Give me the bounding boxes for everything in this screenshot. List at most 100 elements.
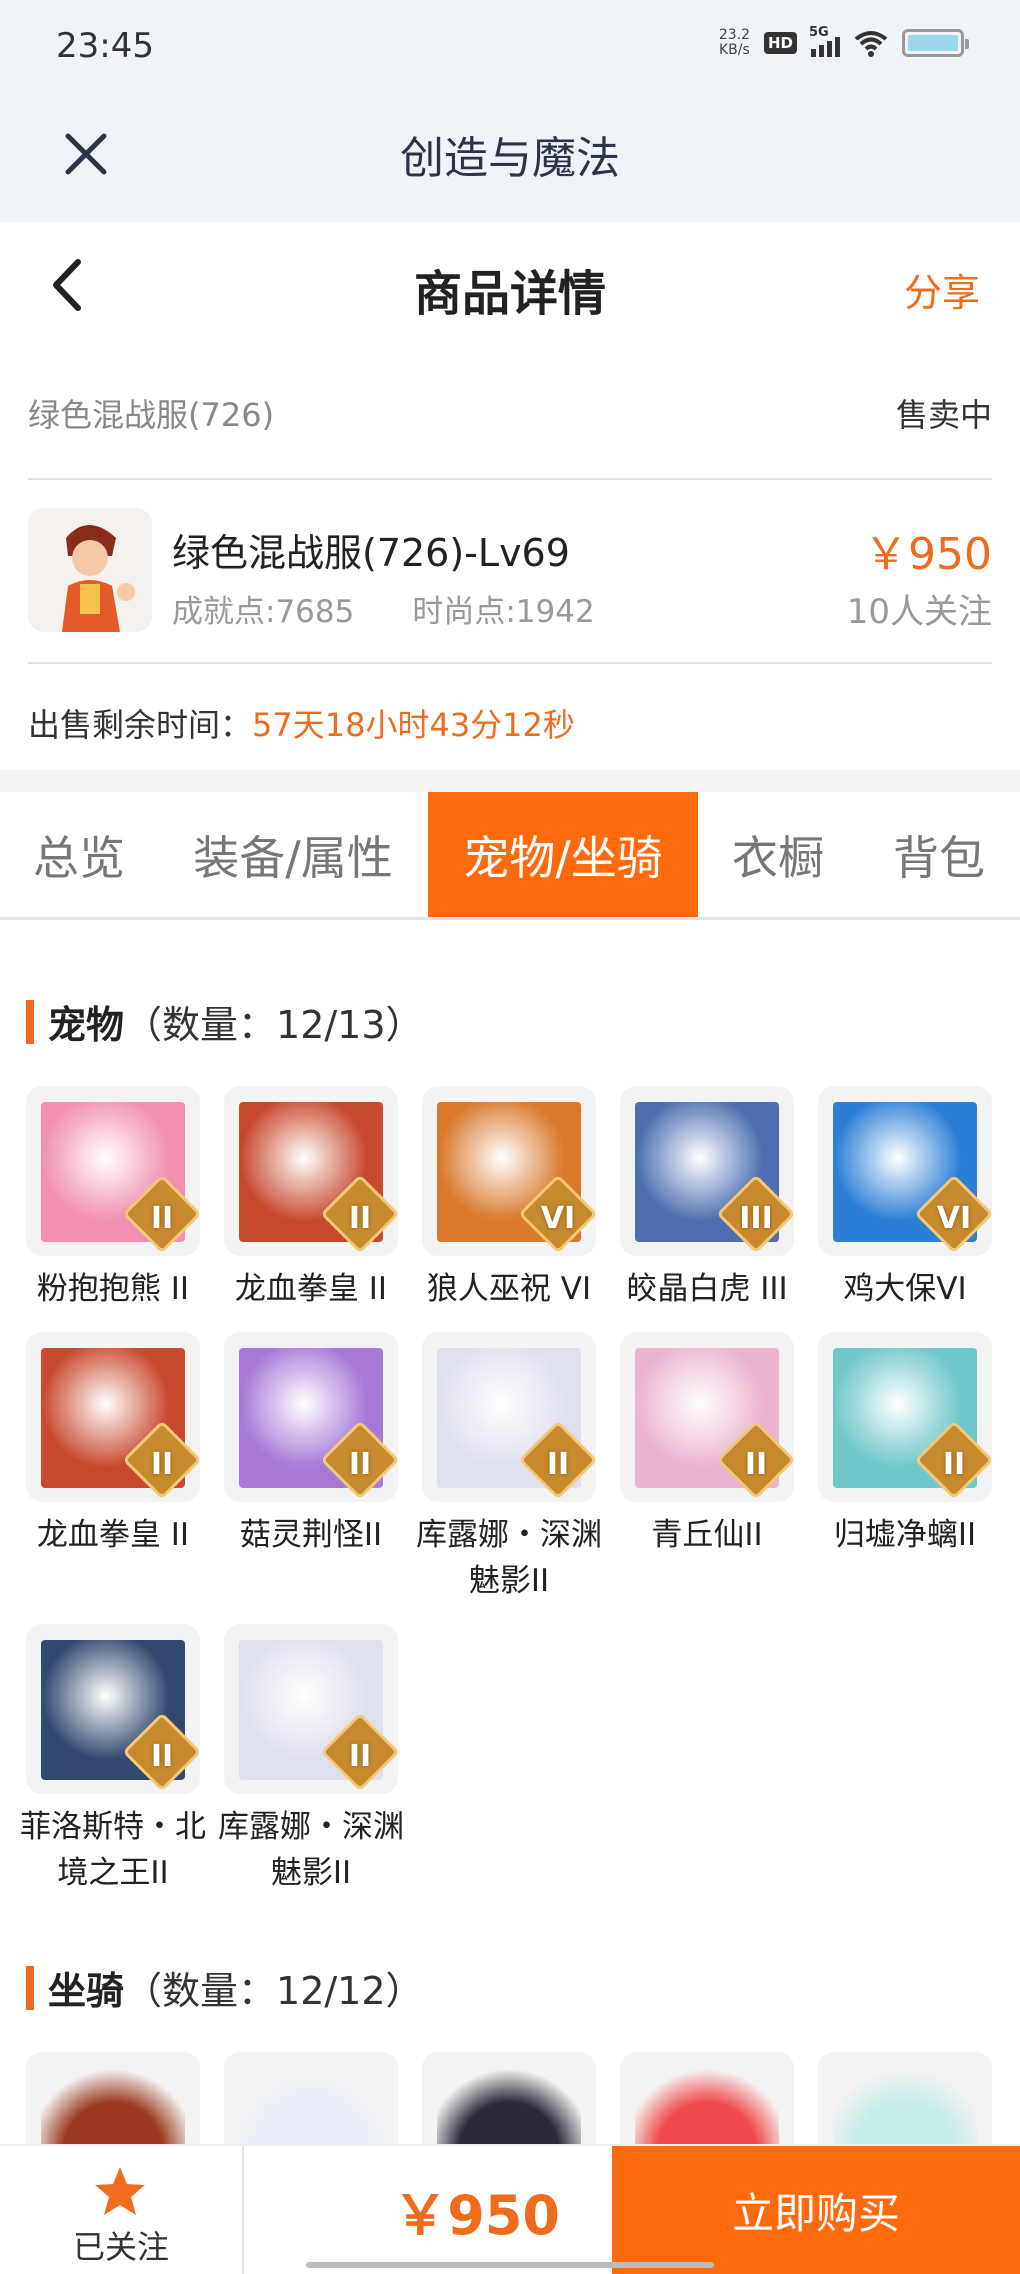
mount-image: [224, 2052, 398, 2144]
mount-image: [620, 2052, 794, 2144]
pets-section-count: （数量：12/13）: [124, 1003, 424, 1047]
product-price: ￥950: [864, 529, 992, 580]
rank-label: II: [348, 1447, 372, 1482]
pet-image: II: [224, 1086, 398, 1256]
mount-art: [41, 2068, 185, 2144]
rank-label: II: [348, 1739, 372, 1774]
status-bar: 23:45 23.2 KB/s HD 5G: [0, 0, 1020, 92]
pet-name: 龙血拳皇 II: [234, 1271, 388, 1307]
divider: [28, 662, 992, 664]
mount-art: [239, 2068, 383, 2144]
bottom-price: ￥950: [393, 2183, 560, 2247]
follow-button[interactable]: 已关注: [0, 2146, 244, 2274]
net-speed-value: 23.2: [718, 27, 750, 43]
mounts-section-count: （数量：12/12）: [124, 1969, 424, 2013]
remaining-time-value: 57天18小时43分12秒: [252, 706, 575, 744]
rank-label: II: [150, 1447, 174, 1482]
status-time: 23:45: [56, 26, 154, 66]
rank-label: VI: [540, 1201, 576, 1236]
pet-name: 龙血拳皇 II: [36, 1517, 190, 1553]
product-card[interactable]: 绿色混战服(726)-Lv69 成就点:7685 时尚点:1942 ￥950 1…: [28, 508, 992, 636]
mounts-grid: [26, 2052, 996, 2144]
follow-label: 已关注: [72, 2228, 169, 2266]
mounts-section-label: 坐骑: [48, 1969, 125, 2013]
pet-image: VI: [818, 1086, 992, 1256]
pet-image: II: [224, 1332, 398, 1502]
tab-equipment[interactable]: 装备/属性: [158, 792, 428, 917]
mount-art: [833, 2068, 977, 2144]
rank-label: II: [150, 1201, 174, 1236]
pet-image: III: [620, 1086, 794, 1256]
remaining-time: 出售剩余时间：57天18小时43分12秒: [28, 700, 575, 746]
sale-status: 售卖中: [895, 396, 992, 434]
pet-name: 菇灵荆怪II: [239, 1517, 383, 1553]
pet-image: VI: [422, 1086, 596, 1256]
tab-pets-mounts[interactable]: 宠物/坐骑: [428, 792, 698, 917]
divider: [28, 478, 992, 480]
pet-name: 库露娜・深渊魅影II: [218, 1809, 404, 1891]
rank-label: III: [739, 1201, 773, 1236]
product-name: 绿色混战服(726)-Lv69: [172, 531, 570, 575]
signal-icon: 5G: [809, 25, 840, 57]
pet-name: 鸡大保VI: [843, 1271, 967, 1307]
mount-image: [422, 2052, 596, 2144]
mount-art: [635, 2068, 779, 2144]
net-speed: 23.2 KB/s: [719, 28, 750, 58]
star-icon: [95, 2167, 145, 2215]
pets-grid: II 粉抱抱熊 II II 龙血拳皇 II VI 狼人巫祝 VI III 皎晶白虎 III VI…: [20, 1086, 996, 1896]
tab-bar: 总览 装备/属性 宠物/坐骑 衣橱 背包: [0, 792, 1020, 920]
character-avatar: [28, 508, 152, 632]
product-stats: 成就点:7685 时尚点:1942: [172, 586, 595, 631]
tab-backpack[interactable]: 背包: [858, 792, 1020, 917]
follower-count: 10人关注: [846, 592, 992, 632]
network-type: 5G: [809, 25, 829, 40]
server-name: 绿色混战服(726): [28, 396, 275, 434]
pets-section-header: 宠物 （数量：12/13）: [26, 994, 424, 1049]
net-speed-unit: KB/s: [719, 42, 750, 58]
pet-name: 青丘仙II: [651, 1517, 763, 1553]
section-gap: [0, 770, 1020, 792]
pet-name: 菲洛斯特・北境之王II: [20, 1809, 206, 1891]
wifi-icon: [854, 29, 888, 57]
hd-icon: HD: [763, 32, 797, 54]
remaining-time-label: 出售剩余时间：: [28, 706, 253, 744]
pet-image: II: [818, 1332, 992, 1502]
rank-label: II: [546, 1447, 570, 1482]
section-accent-bar: [26, 999, 34, 1044]
tab-overview[interactable]: 总览: [0, 792, 158, 917]
rank-label: II: [150, 1739, 174, 1774]
rank-label: II: [942, 1447, 966, 1482]
pet-image: II: [620, 1332, 794, 1502]
bottom-action-bar: 已关注 ￥950 立即购买: [0, 2144, 1020, 2274]
status-icons: 23.2 KB/s HD 5G: [719, 25, 969, 58]
pet-name: 皎晶白虎 III: [626, 1271, 788, 1307]
mount-image: [818, 2052, 992, 2144]
tab-wardrobe[interactable]: 衣橱: [698, 792, 858, 917]
battery-icon: [902, 29, 969, 57]
pet-image: II: [26, 1332, 200, 1502]
app-bar: 创造与魔法: [0, 92, 1020, 222]
mount-art: [437, 2068, 581, 2144]
pet-name: 归墟净螭II: [833, 1517, 977, 1553]
pet-name: 粉抱抱熊 II: [36, 1271, 190, 1307]
mount-image: [26, 2052, 200, 2144]
buy-now-button[interactable]: 立即购买: [612, 2146, 1020, 2274]
rank-label: VI: [936, 1201, 972, 1236]
summary-row: 绿色混战服(726) 售卖中: [28, 390, 992, 436]
share-button[interactable]: 分享: [904, 262, 980, 317]
pet-name: 库露娜・深渊魅影II: [416, 1517, 602, 1599]
pets-section-label: 宠物: [48, 1003, 125, 1047]
home-indicator: [306, 2262, 714, 2268]
pet-name: 狼人巫祝 VI: [426, 1271, 592, 1307]
section-accent-bar: [26, 1965, 34, 2010]
fashion-points: 时尚点:1942: [412, 594, 595, 630]
mounts-section-header: 坐骑 （数量：12/12）: [26, 1960, 424, 2015]
rank-label: II: [348, 1201, 372, 1236]
page-header: 商品详情 分享: [0, 222, 1020, 352]
rank-label: II: [744, 1447, 768, 1482]
pet-image: II: [26, 1086, 200, 1256]
pet-image: II: [26, 1624, 200, 1794]
achievement-points: 成就点:7685: [172, 594, 355, 630]
page-title: 商品详情: [413, 266, 606, 322]
pet-image: II: [422, 1332, 596, 1502]
